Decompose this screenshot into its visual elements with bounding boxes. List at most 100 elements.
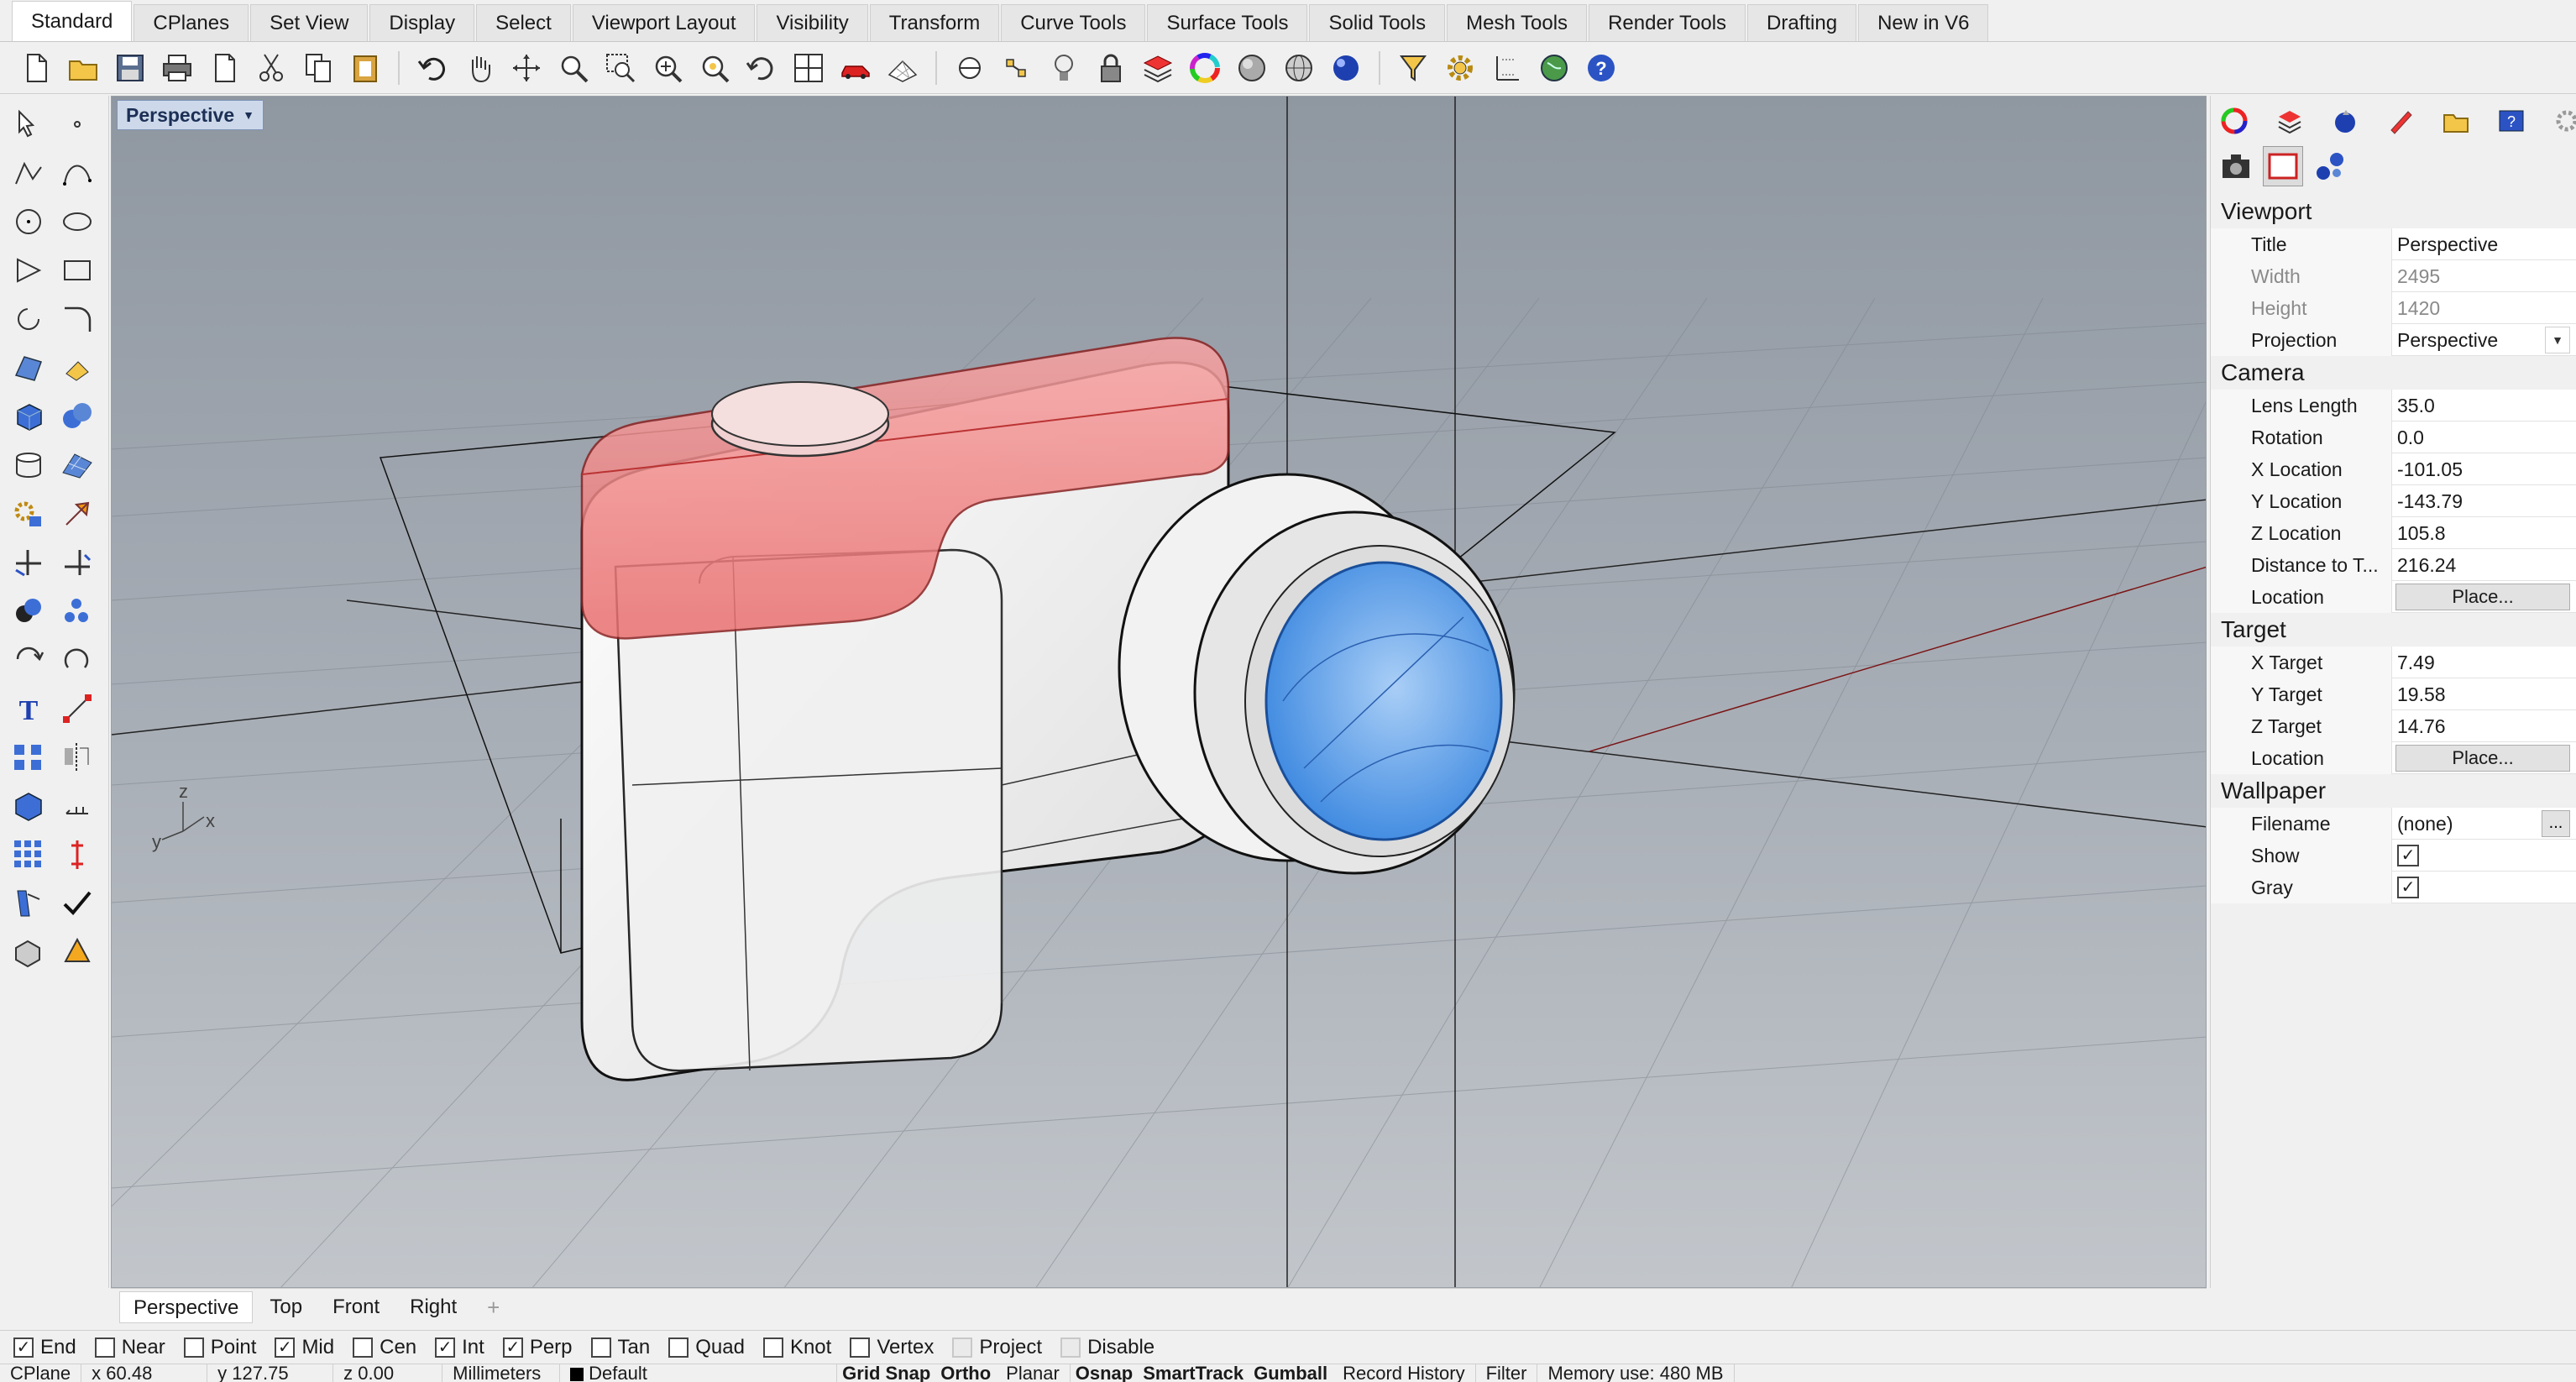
- color-wheel-icon[interactable]: [1186, 49, 1224, 87]
- osnap-checkbox[interactable]: [850, 1337, 871, 1358]
- gray-wallpaper-checkbox[interactable]: ✓: [2397, 876, 2419, 898]
- osnap-checkbox[interactable]: [762, 1337, 783, 1358]
- osnap-knot[interactable]: Knot: [762, 1336, 831, 1359]
- prop-ytarget-input[interactable]: 19.58: [2392, 678, 2576, 710]
- osnap-end[interactable]: ✓ End: [13, 1336, 76, 1359]
- wireframe-sphere-icon[interactable]: [1280, 49, 1318, 87]
- viewport-camera-icon[interactable]: [2216, 146, 2256, 186]
- camera-place-button[interactable]: Place...: [2395, 583, 2570, 610]
- save-icon[interactable]: [111, 49, 149, 87]
- osnap-checkbox[interactable]: [668, 1337, 689, 1358]
- osnap-vertex[interactable]: Vertex: [850, 1336, 934, 1359]
- osnap-checkbox[interactable]: [353, 1337, 374, 1358]
- mesh-surface-icon[interactable]: [57, 445, 97, 485]
- extrude-icon[interactable]: [57, 348, 97, 388]
- surface-corner-icon[interactable]: [8, 348, 49, 388]
- tab-standard[interactable]: Standard: [12, 1, 133, 41]
- status-layer[interactable]: Default: [560, 1364, 838, 1382]
- viewport-tab-perspective[interactable]: Perspective: [119, 1290, 254, 1323]
- osnap-checkbox[interactable]: [1060, 1337, 1081, 1358]
- cplane-icon[interactable]: [950, 49, 989, 87]
- object-properties-icon[interactable]: [2310, 146, 2350, 186]
- prop-projection-select[interactable]: Perspective: [2392, 324, 2545, 356]
- open-folder-icon[interactable]: [64, 49, 102, 87]
- status-cplane[interactable]: CPlane: [0, 1364, 82, 1382]
- osnap-int[interactable]: ✓ Int: [435, 1336, 484, 1359]
- osnap-project[interactable]: Project: [952, 1336, 1042, 1359]
- car-render-icon[interactable]: [836, 49, 875, 87]
- filter-icon[interactable]: [1394, 49, 1432, 87]
- gumball-icon[interactable]: [997, 49, 1036, 87]
- shaded-sphere-icon[interactable]: [1233, 49, 1271, 87]
- tab-set-view[interactable]: Set View: [250, 4, 369, 41]
- help-panel-icon[interactable]: ?: [2493, 104, 2530, 138]
- tab-cplanes[interactable]: CPlanes: [134, 4, 249, 41]
- status-toggle-ortho[interactable]: Ortho: [935, 1364, 996, 1382]
- prop-ztarget-input[interactable]: 14.76: [2392, 710, 2576, 742]
- grid-snap-icon[interactable]: [883, 49, 922, 87]
- tab-solid-tools[interactable]: Solid Tools: [1309, 4, 1446, 41]
- scale-icon[interactable]: [57, 835, 97, 875]
- osnap-mid[interactable]: ✓ Mid: [275, 1336, 334, 1359]
- box-icon[interactable]: [8, 396, 49, 437]
- viewport-menu-caret-icon[interactable]: ▼: [243, 108, 254, 122]
- lock-icon[interactable]: [1092, 49, 1130, 87]
- mesh-box-icon[interactable]: [8, 932, 49, 972]
- solid-box-icon[interactable]: [8, 786, 49, 826]
- osnap-tan[interactable]: Tan: [590, 1336, 650, 1359]
- dimension-icon[interactable]: [1488, 49, 1526, 87]
- viewport-tab-top[interactable]: Top: [256, 1291, 316, 1323]
- osnap-checkbox[interactable]: ✓: [13, 1337, 34, 1358]
- point-icon[interactable]: [57, 104, 97, 144]
- new-file-icon[interactable]: [17, 49, 55, 87]
- prop-title-value[interactable]: Perspective: [2392, 228, 2576, 260]
- bend-icon[interactable]: [8, 883, 49, 924]
- split-icon[interactable]: [57, 542, 97, 583]
- viewport-tab-right[interactable]: Right: [396, 1291, 470, 1323]
- show-wallpaper-checkbox[interactable]: ✓: [2397, 844, 2419, 866]
- target-place-button[interactable]: Place...: [2395, 744, 2570, 772]
- render-panel-icon[interactable]: [2327, 104, 2364, 138]
- tab-transform[interactable]: Transform: [869, 4, 1000, 41]
- four-viewports-icon[interactable]: [789, 49, 828, 87]
- projection-dropdown-icon[interactable]: ▼: [2545, 326, 2570, 353]
- tab-drafting[interactable]: Drafting: [1747, 4, 1857, 41]
- boolean-icon[interactable]: [8, 591, 49, 631]
- osnap-checkbox[interactable]: [94, 1337, 115, 1358]
- layers-panel-icon[interactable]: [2271, 104, 2308, 138]
- pan-hand-icon[interactable]: [460, 49, 499, 87]
- zoom-icon[interactable]: [554, 49, 593, 87]
- ellipse-icon[interactable]: [57, 202, 97, 242]
- polyline-icon[interactable]: [8, 153, 49, 193]
- osnap-checkbox[interactable]: ✓: [275, 1337, 296, 1358]
- zoom-extents-icon[interactable]: [648, 49, 687, 87]
- tab-visibility[interactable]: Visibility: [757, 4, 868, 41]
- undo-view-icon[interactable]: [742, 49, 781, 87]
- osnap-disable[interactable]: Disable: [1060, 1336, 1154, 1359]
- curve-icon[interactable]: [57, 153, 97, 193]
- grid-array-icon[interactable]: [8, 835, 49, 875]
- status-toggle-smarttrack[interactable]: SmartTrack: [1138, 1364, 1249, 1382]
- tab-surface-tools[interactable]: Surface Tools: [1147, 4, 1308, 41]
- fillet-icon[interactable]: [57, 299, 97, 339]
- rectangle-icon[interactable]: [57, 250, 97, 291]
- prop-xtarget-input[interactable]: 7.49: [2392, 647, 2576, 678]
- prop-zloc-input[interactable]: 105.8: [2392, 517, 2576, 549]
- osnap-quad[interactable]: Quad: [668, 1336, 745, 1359]
- status-toggle-gumball[interactable]: Gumball: [1249, 1364, 1333, 1382]
- tab-display[interactable]: Display: [369, 4, 475, 41]
- layer-icon[interactable]: [1139, 49, 1177, 87]
- status-toggle-osnap[interactable]: Osnap: [1071, 1364, 1138, 1382]
- tab-mesh-tools[interactable]: Mesh Tools: [1447, 4, 1588, 41]
- print-icon[interactable]: [158, 49, 196, 87]
- osnap-checkbox[interactable]: [952, 1337, 973, 1358]
- osnap-checkbox[interactable]: [183, 1337, 204, 1358]
- trim-icon[interactable]: [8, 542, 49, 583]
- undo-icon[interactable]: [413, 49, 452, 87]
- osnap-point[interactable]: Point: [183, 1336, 256, 1359]
- prop-lens-input[interactable]: 35.0: [2392, 390, 2576, 421]
- globe-icon[interactable]: [1535, 49, 1573, 87]
- options-gear-icon[interactable]: [1441, 49, 1479, 87]
- polygon-icon[interactable]: [8, 250, 49, 291]
- select-arrow-icon[interactable]: [8, 104, 49, 144]
